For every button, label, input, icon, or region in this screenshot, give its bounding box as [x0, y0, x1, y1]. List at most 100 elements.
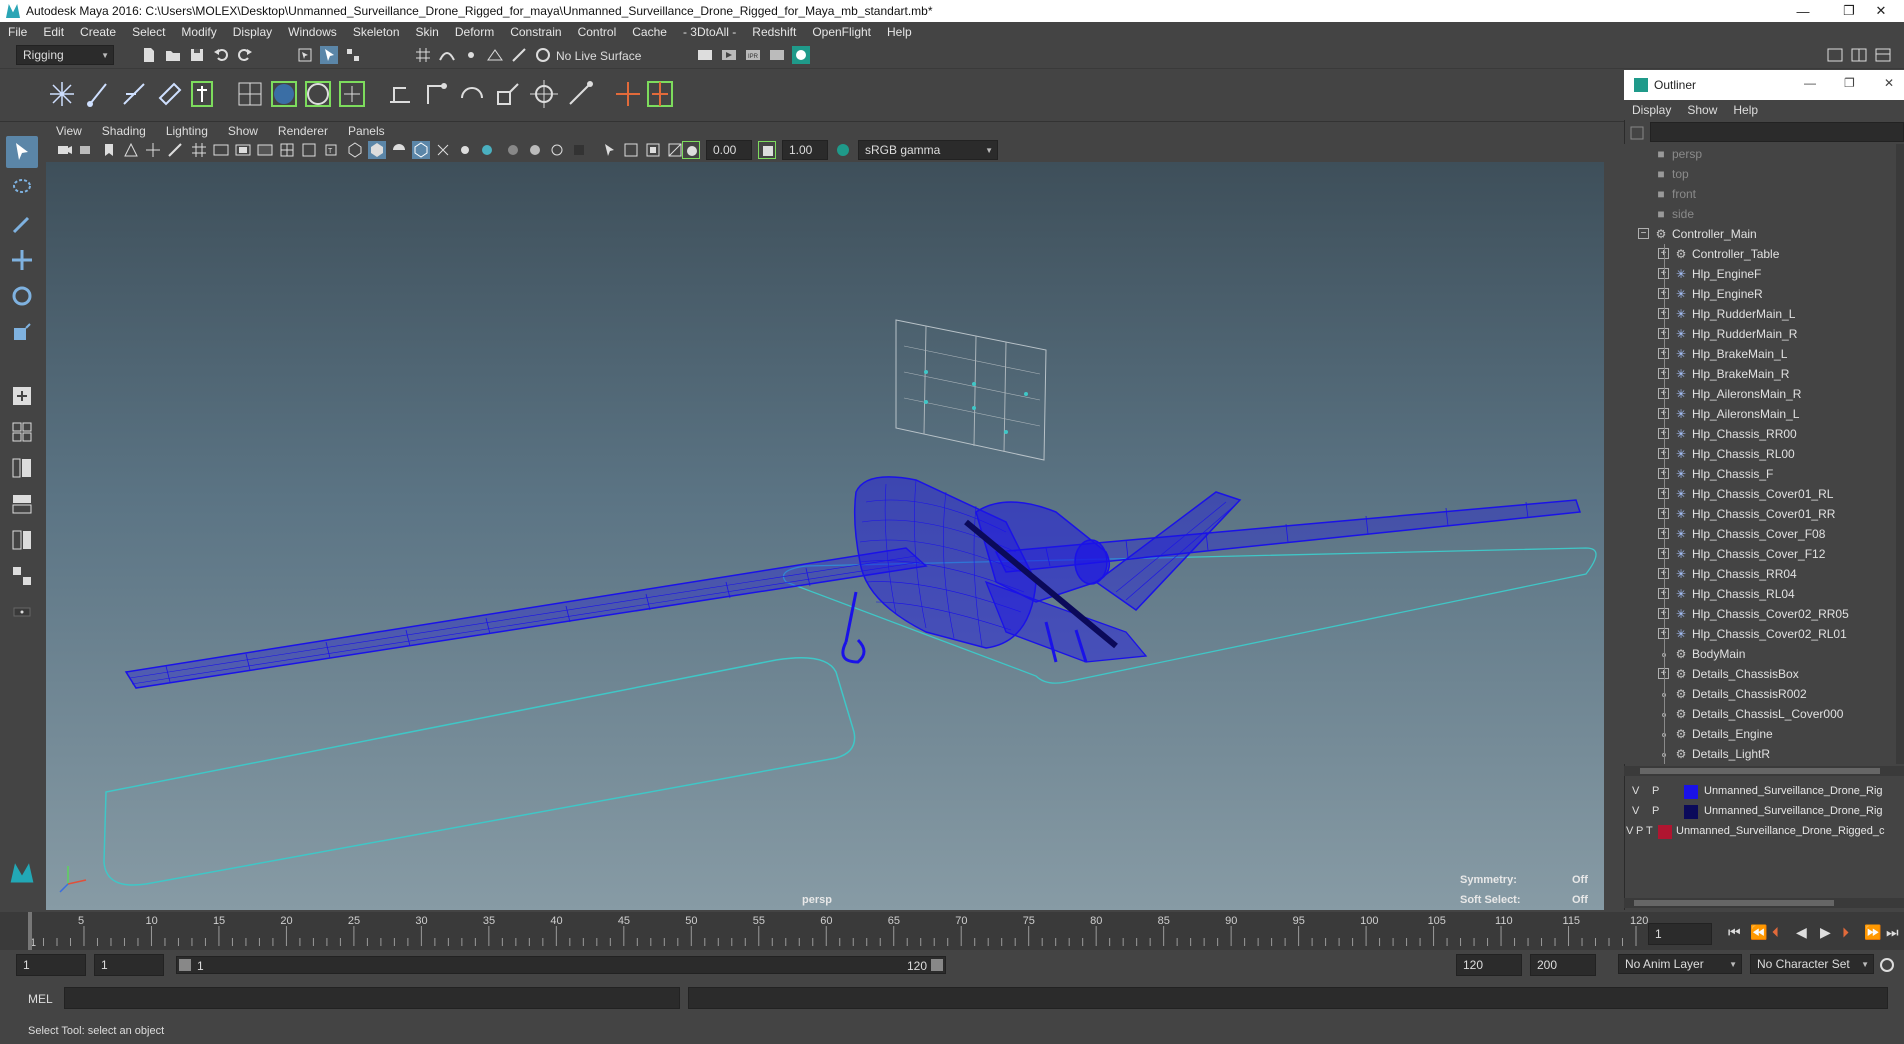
ipr-render-icon[interactable]: IPR: [744, 46, 762, 64]
minimize-button[interactable]: —: [1780, 0, 1826, 22]
cmd-language-label[interactable]: MEL: [28, 992, 53, 1006]
outliner-minimize-button[interactable]: —: [1804, 76, 1816, 90]
menu-deform[interactable]: Deform: [447, 25, 502, 39]
gamma-field[interactable]: 1.00: [782, 140, 828, 160]
film-gate-icon[interactable]: [212, 141, 230, 159]
rotate-tool-icon[interactable]: [6, 280, 38, 312]
anim-layer-dropdown[interactable]: No Anim Layer: [1618, 954, 1742, 974]
layer-color-swatch[interactable]: [1658, 825, 1672, 839]
outliner-item[interactable]: +⚙Details_ChassisBox: [1624, 664, 1904, 684]
menu-help[interactable]: Help: [879, 25, 920, 39]
outliner-item[interactable]: +⚙Controller_Table: [1624, 244, 1904, 264]
outliner-item[interactable]: +✳Hlp_Chassis_Cover_F12: [1624, 544, 1904, 564]
bookmarks-icon[interactable]: [100, 141, 118, 159]
close-button[interactable]: ✕: [1858, 0, 1904, 22]
snap-curve-icon[interactable]: [438, 46, 456, 64]
menuset-dropdown[interactable]: Rigging: [16, 45, 114, 65]
outliner-item[interactable]: ⚙ Details_ChassisR002: [1624, 684, 1904, 704]
smooth-shade-icon[interactable]: [368, 141, 386, 159]
more-layouts-icon[interactable]: [6, 596, 38, 628]
menu-create[interactable]: Create: [72, 25, 124, 39]
scale-constraint-icon[interactable]: [492, 78, 524, 110]
cluster-icon[interactable]: [268, 78, 300, 110]
parent-constraint-icon[interactable]: [384, 78, 416, 110]
step-forward-key-icon[interactable]: ⏵: [1842, 924, 1849, 941]
outliner-item[interactable]: +✳Hlp_Chassis_Cover02_RR05: [1624, 604, 1904, 624]
menu-3dtoall[interactable]: - 3DtoAll -: [675, 25, 744, 39]
range-bar[interactable]: 1 120: [176, 956, 946, 974]
persp-graph-layout-icon[interactable]: [6, 488, 38, 520]
display-layer-row[interactable]: V P Unmanned_Surveillance_Drone_Rig: [1624, 802, 1904, 822]
default-material-icon[interactable]: [390, 141, 408, 159]
wireframe-on-shaded-icon[interactable]: [412, 141, 430, 159]
outliner-item[interactable]: ⚙ BodyMain: [1624, 644, 1904, 664]
2d-pan-zoom-icon[interactable]: [144, 141, 162, 159]
field-chart-icon[interactable]: [278, 141, 296, 159]
step-forward-icon[interactable]: ⏩: [1864, 924, 1881, 941]
image-plane-icon[interactable]: [122, 141, 140, 159]
render-frame-icon[interactable]: [720, 46, 738, 64]
depth-of-field-icon[interactable]: [570, 141, 588, 159]
colorspace-dropdown[interactable]: sRGB gamma: [858, 140, 998, 160]
time-slider[interactable]: 1 5 10 15 20 25 30 35 40 45 50 55 60 65 70 75 80 85 90 95 10…: [0, 912, 1904, 950]
wireframe-icon[interactable]: [346, 141, 364, 159]
scale-tool-icon[interactable]: [6, 316, 38, 348]
panel-menu-renderer[interactable]: Renderer: [268, 124, 338, 138]
animation-start-field[interactable]: 1: [16, 954, 86, 976]
collapse-icon[interactable]: −: [1638, 228, 1649, 239]
single-perspective-layout-icon[interactable]: [6, 380, 38, 412]
menu-edit[interactable]: Edit: [35, 25, 72, 39]
outliner-item[interactable]: +✳Hlp_AileronsMain_L: [1624, 404, 1904, 424]
shadows-icon[interactable]: [478, 141, 496, 159]
menu-file[interactable]: File: [0, 25, 35, 39]
camera-attributes-icon[interactable]: [78, 141, 96, 159]
redo-icon[interactable]: [236, 46, 254, 64]
menu-cache[interactable]: Cache: [624, 25, 675, 39]
outliner-item[interactable]: ■ persp: [1624, 144, 1904, 164]
character-set-dropdown[interactable]: No Character Set: [1750, 954, 1874, 974]
layer-color-swatch[interactable]: [1684, 805, 1698, 819]
four-view-layout-icon[interactable]: [6, 416, 38, 448]
xray-joints-icon[interactable]: [622, 141, 640, 159]
lattice-icon[interactable]: [234, 78, 266, 110]
outliner-item[interactable]: +✳Hlp_Chassis_Cover01_RR: [1624, 504, 1904, 524]
menu-select[interactable]: Select: [124, 25, 173, 39]
outliner-item[interactable]: +✳Hlp_Chassis_Cover02_RL01: [1624, 624, 1904, 644]
exposure-field[interactable]: 0.00: [706, 140, 752, 160]
ambient-occlusion-icon[interactable]: [504, 141, 522, 159]
layer-type-toggle[interactable]: T: [1646, 825, 1653, 837]
xray-icon[interactable]: [434, 141, 452, 159]
layout-attr-icon[interactable]: [1874, 46, 1892, 64]
menu-constrain[interactable]: Constrain: [502, 25, 569, 39]
outliner-item[interactable]: +✳Hlp_Chassis_F: [1624, 464, 1904, 484]
ik-spline-icon[interactable]: [118, 78, 150, 110]
bind-skin-icon[interactable]: [186, 78, 218, 110]
outliner-item[interactable]: +✳Hlp_Chassis_Cover01_RL: [1624, 484, 1904, 504]
outliner-search-input[interactable]: [1650, 122, 1904, 142]
menu-control[interactable]: Control: [570, 25, 625, 39]
set-driven-key-icon[interactable]: [644, 78, 676, 110]
move-tool-icon[interactable]: [6, 244, 38, 276]
persp-outliner-layout-icon[interactable]: [6, 452, 38, 484]
select-object-icon[interactable]: [320, 46, 338, 64]
snap-view-plane-icon[interactable]: [486, 46, 504, 64]
custom-layout-icon[interactable]: [6, 560, 38, 592]
outliner-item[interactable]: ⚙ Details_ChassisL_Cover000: [1624, 704, 1904, 724]
panel-menu-panels[interactable]: Panels: [338, 124, 395, 138]
hypershade-icon[interactable]: [792, 46, 810, 64]
snap-point-icon[interactable]: [462, 46, 480, 64]
gate-mask-icon[interactable]: [256, 141, 274, 159]
orient-constraint-icon[interactable]: [456, 78, 488, 110]
new-scene-icon[interactable]: [140, 46, 158, 64]
controller-main-curve[interactable]: [103, 657, 856, 886]
step-back-icon[interactable]: ⏪: [1750, 924, 1767, 941]
playback-end-field[interactable]: 120: [1456, 954, 1522, 976]
gamma-icon[interactable]: [758, 141, 776, 159]
layer-playback-toggle[interactable]: P: [1652, 805, 1659, 817]
menu-display[interactable]: Display: [225, 25, 280, 39]
auto-key-icon[interactable]: [1878, 956, 1896, 974]
select-camera-icon[interactable]: [56, 141, 74, 159]
outliner-item[interactable]: ⚙ Details_LightR: [1624, 744, 1904, 764]
outliner-item[interactable]: − ⚙ Controller_Main: [1624, 224, 1904, 244]
open-scene-icon[interactable]: [164, 46, 182, 64]
